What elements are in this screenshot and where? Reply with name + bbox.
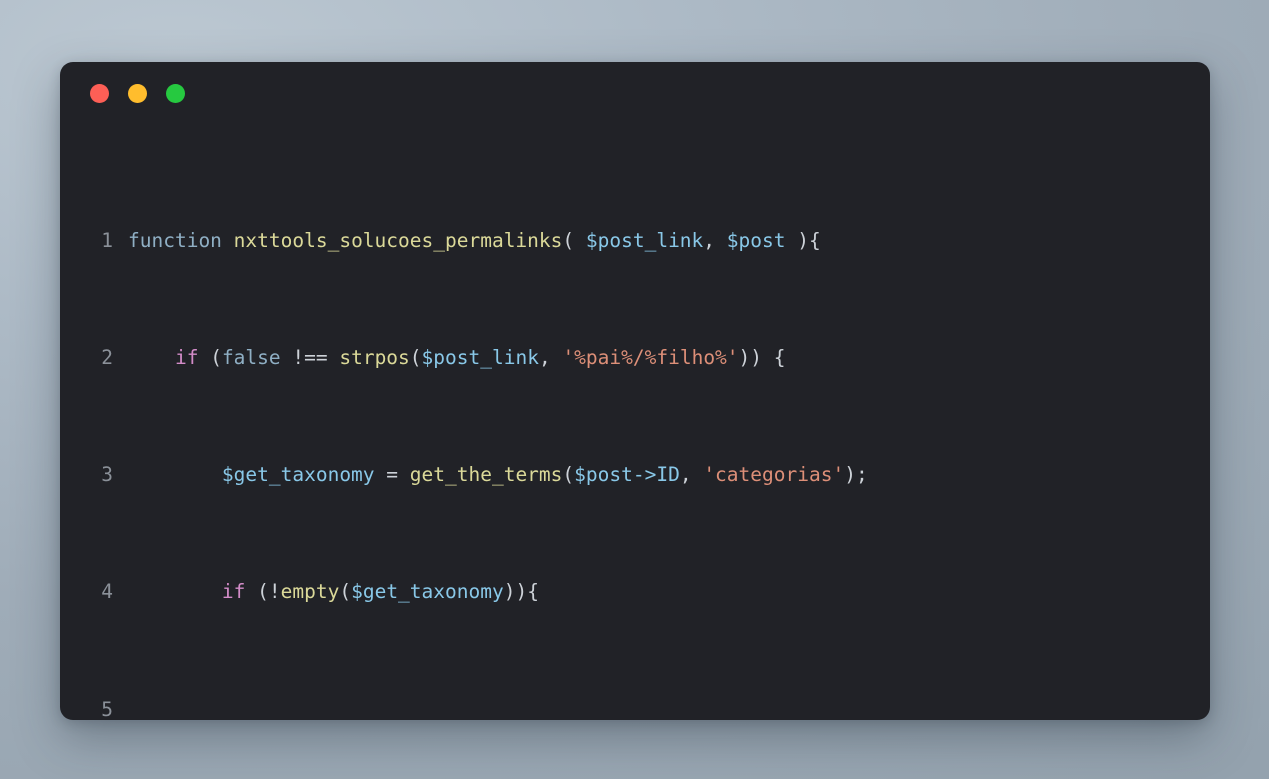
code-snippet-window: 1 function nxttools_solucoes_permalinks(… — [60, 62, 1210, 720]
line-number: 4 — [101, 580, 113, 604]
code-editor[interactable]: 1 function nxttools_solucoes_permalinks(… — [60, 124, 1210, 720]
code-lines: 1 function nxttools_solucoes_permalinks(… — [60, 138, 1210, 720]
line-content[interactable]: if (false !== strpos($post_link, '%pai%/… — [128, 343, 1210, 372]
line-content[interactable]: function nxttools_solucoes_permalinks( $… — [128, 226, 1210, 255]
window-titlebar — [60, 62, 1210, 124]
code-line: 3 $get_taxonomy = get_the_terms($post->I… — [60, 460, 1210, 489]
minimize-button[interactable] — [128, 83, 147, 103]
code-line: 2 if (false !== strpos($post_link, '%pai… — [60, 343, 1210, 372]
maximize-button[interactable] — [166, 83, 185, 103]
code-line: 4 if (!empty($get_taxonomy)){ — [60, 577, 1210, 606]
close-button[interactable] — [90, 83, 109, 103]
line-number: 1 — [101, 228, 113, 252]
code-line: 1 function nxttools_solucoes_permalinks(… — [60, 226, 1210, 255]
line-number: 3 — [101, 463, 113, 487]
line-content[interactable]: if (!empty($get_taxonomy)){ — [128, 577, 1210, 606]
line-content[interactable]: $get_taxonomy = get_the_terms($post->ID,… — [128, 460, 1210, 489]
line-number: 5 — [101, 697, 113, 720]
line-number: 2 — [101, 346, 113, 370]
code-line: 5 — [60, 695, 1210, 720]
screenshot-stage: 1 function nxttools_solucoes_permalinks(… — [0, 0, 1269, 779]
